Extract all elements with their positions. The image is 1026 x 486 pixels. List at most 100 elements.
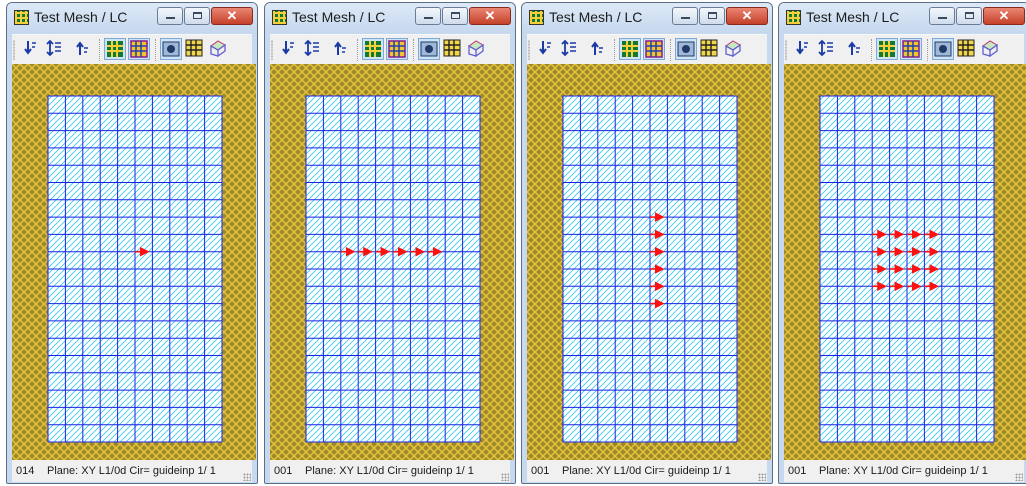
resize-grip-icon[interactable] [758, 473, 766, 481]
mesh-grid-lines [305, 95, 481, 443]
camera-view-button[interactable] [418, 38, 440, 60]
toolbar-grip[interactable] [13, 40, 15, 60]
mesh-icon [365, 41, 381, 57]
3d-box-button[interactable] [980, 38, 1002, 60]
toolbar-separator [614, 39, 616, 61]
resize-grip-icon[interactable] [1015, 473, 1023, 481]
3d-box-button[interactable] [723, 38, 745, 60]
resize-grip-icon[interactable] [501, 473, 509, 481]
sort-both-button[interactable] [302, 38, 324, 60]
sort-up-button[interactable] [72, 38, 94, 60]
3d-box-icon [725, 40, 741, 58]
close-button[interactable]: ✕ [983, 7, 1025, 25]
mesh-highlight-button[interactable] [386, 38, 408, 60]
close-icon: ✕ [484, 8, 496, 23]
sort-down-button[interactable] [792, 38, 814, 60]
sort-up-button[interactable] [844, 38, 866, 60]
status-bar: 014 Plane: XY L1/0d Cir= guideinp 1/ 1 [12, 460, 252, 482]
close-button[interactable]: ✕ [469, 7, 511, 25]
title-bar[interactable]: Test Mesh / LC ✕ [7, 3, 257, 33]
sort-up-icon [334, 41, 346, 55]
window-title: Test Mesh / LC [806, 9, 900, 25]
sort-down-button[interactable] [535, 38, 557, 60]
maximize-icon [708, 12, 717, 19]
sort-both-button[interactable] [559, 38, 581, 60]
mesh-highlight-button[interactable] [643, 38, 665, 60]
3d-box-button[interactable] [208, 38, 230, 60]
mesh-canvas[interactable] [270, 64, 514, 460]
sort-down-icon [539, 41, 551, 55]
maximize-button[interactable] [956, 7, 982, 25]
toolbar-separator [670, 39, 672, 61]
mesh-app-icon [786, 10, 801, 25]
camera-view-button[interactable] [932, 38, 954, 60]
minimize-icon [166, 17, 175, 19]
mesh-grid-lines [47, 95, 223, 443]
status-bar: 001 Plane: XY L1/0d Cir= guideinp 1/ 1 [270, 460, 510, 482]
toolbar [270, 34, 510, 65]
close-icon: ✕ [998, 8, 1010, 23]
mesh-icon [879, 41, 895, 57]
sort-down-icon [282, 41, 294, 55]
sort-up-button[interactable] [330, 38, 352, 60]
mesh-highlight-button[interactable] [128, 38, 150, 60]
mesh-button[interactable] [876, 38, 898, 60]
mesh-plot [527, 64, 771, 460]
camera-view-button[interactable] [160, 38, 182, 60]
minimize-button[interactable] [929, 7, 955, 25]
mesh-button[interactable] [362, 38, 384, 60]
sort-down-button[interactable] [278, 38, 300, 60]
mesh-highlight-icon [645, 40, 663, 58]
grid-button[interactable] [956, 38, 978, 60]
mesh-canvas[interactable] [527, 64, 771, 460]
toolbar-grip[interactable] [528, 40, 530, 60]
window-title: Test Mesh / LC [34, 9, 128, 25]
sort-up-icon [848, 41, 860, 55]
mesh-highlight-button[interactable] [900, 38, 922, 60]
toolbar-grip[interactable] [785, 40, 787, 60]
mesh-plot [784, 64, 1026, 460]
mesh-button[interactable] [104, 38, 126, 60]
toolbar [12, 34, 252, 65]
title-bar[interactable]: Test Mesh / LC ✕ [522, 3, 772, 33]
minimize-button[interactable] [157, 7, 183, 25]
close-button[interactable]: ✕ [726, 7, 768, 25]
mesh-app-icon [529, 10, 544, 25]
maximize-button[interactable] [184, 7, 210, 25]
mesh-icon [622, 41, 638, 57]
mesh-button[interactable] [619, 38, 641, 60]
grid-button[interactable] [699, 38, 721, 60]
mesh-highlight-icon [388, 40, 406, 58]
minimize-button[interactable] [672, 7, 698, 25]
sort-both-button[interactable] [44, 38, 66, 60]
sort-up-button[interactable] [587, 38, 609, 60]
status-bar: 001 Plane: XY L1/0d Cir= guideinp 1/ 1 [784, 460, 1024, 482]
mesh-window-1: Test Mesh / LC ✕ 014 Plane: XY L1/0d Cir… [6, 2, 258, 484]
sort-both-button[interactable] [816, 38, 838, 60]
camera-view-button[interactable] [675, 38, 697, 60]
toolbar-grip[interactable] [271, 40, 273, 60]
3d-box-button[interactable] [466, 38, 488, 60]
title-bar[interactable]: Test Mesh / LC ✕ [265, 3, 515, 33]
grid-button[interactable] [442, 38, 464, 60]
status-bar: 001 Plane: XY L1/0d Cir= guideinp 1/ 1 [527, 460, 767, 482]
maximize-button[interactable] [699, 7, 725, 25]
resize-grip-icon[interactable] [243, 473, 251, 481]
title-bar[interactable]: Test Mesh / LC ✕ [779, 3, 1026, 33]
close-button[interactable]: ✕ [211, 7, 253, 25]
status-element-id: 014 [16, 465, 35, 477]
mesh-canvas[interactable] [12, 64, 256, 460]
mesh-highlight-icon [130, 40, 148, 58]
sort-down-icon [24, 41, 36, 55]
camera-view-icon [162, 41, 180, 57]
grid-button[interactable] [184, 38, 206, 60]
grid-icon [957, 39, 975, 57]
camera-view-icon [934, 41, 952, 57]
sort-down-button[interactable] [20, 38, 42, 60]
minimize-button[interactable] [415, 7, 441, 25]
maximize-button[interactable] [442, 7, 468, 25]
mesh-canvas[interactable] [784, 64, 1026, 460]
status-element-id: 001 [531, 465, 550, 477]
grid-icon [443, 39, 461, 57]
maximize-icon [193, 12, 202, 19]
